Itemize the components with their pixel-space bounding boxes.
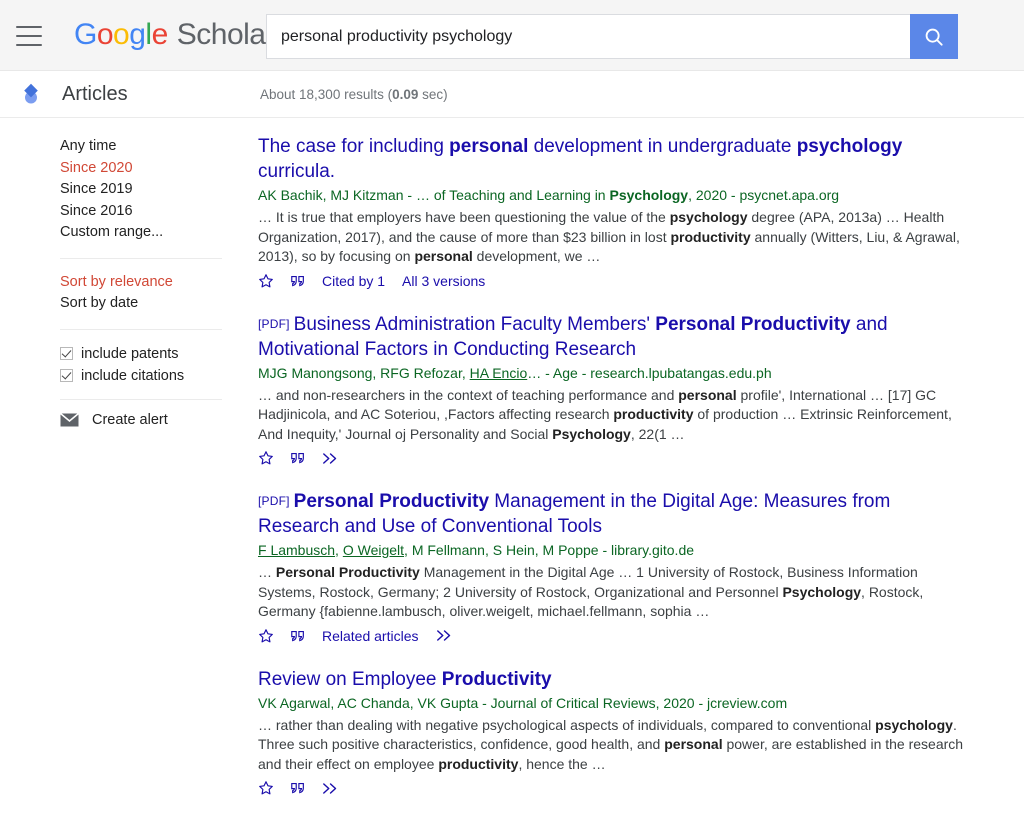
sidebar-divider [60,398,222,400]
result-authors-line: VK Agarwal, AC Chanda, VK Gupta - Journa… [258,694,788,711]
result-actions: Related articles [258,628,970,644]
logo-letter-o2: o [113,18,130,51]
hamburger-line [16,44,42,46]
logo-letter-e: e [151,18,169,51]
author-link[interactable]: O Weigelt [343,542,404,558]
result-snippet: … and non-researchers in the context of … [258,386,952,442]
page-title: Articles [62,82,128,105]
filters-sidebar: Any time Since 2020 Since 2019 Since 2016 Cu… [0,118,258,428]
time-filter-group: Any time Since 2020 Since 2019 Since 2016 Cu… [60,136,258,244]
scholar-diamond-icon [16,81,46,107]
hamburger-menu-icon[interactable] [16,26,42,46]
star-outline-icon[interactable] [258,450,274,466]
result-title-link[interactable]: The case for including personal developm… [258,134,970,184]
checkbox-include-patents[interactable]: include patents [60,343,258,365]
hamburger-line [16,26,42,28]
result-authors-line: F Lambusch, O Weigelt, M Fellmann, S Hei… [258,542,695,558]
checkmark-icon[interactable] [60,347,73,360]
quote-icon[interactable] [290,781,306,795]
sidebar-divider [60,328,222,330]
filter-sort-by-date[interactable]: Sort by date [60,293,258,315]
create-alert-label: Create alert [92,411,168,428]
result-snippet: … It is true that employers have been qu… [258,209,960,264]
double-chevron-icon[interactable] [322,452,340,465]
result-authors-line: MJG Manongsong, RFG Refozar, HA Encio… -… [258,364,772,381]
quote-icon[interactable] [290,451,306,465]
sort-filter-group: Sort by relevance Sort by date [60,272,258,315]
filter-since-2020[interactable]: Since 2020 [60,158,258,180]
result-title-link[interactable]: [PDF] Personal Productivity Management in… [258,489,970,539]
create-alert-button[interactable]: Create alert [60,412,258,428]
checkbox-group: include patents include citations [60,343,258,387]
result-actions [258,780,970,796]
star-outline-icon[interactable] [258,273,274,289]
checkmark-icon[interactable] [60,369,73,382]
search-result-item: [PDF] Personal Productivity Management in… [258,489,970,644]
search-result-item: The case for including personal developm… [258,134,970,289]
author-link[interactable]: HA Encio [470,365,528,381]
checkbox-label: include patents [81,345,179,362]
quote-icon[interactable] [290,274,306,288]
top-header-bar: Google Scholar [0,0,1024,71]
filter-custom-range[interactable]: Custom range... [60,222,258,244]
result-authors-line: AK Bachik, MJ Kitzman - … of Teaching an… [258,187,840,203]
pdf-tag: [PDF] [258,316,290,331]
result-snippet: … Personal Productivity Management in th… [258,564,924,619]
double-chevron-icon[interactable] [322,782,340,795]
result-action-all-3-versions[interactable]: All 3 versions [402,273,485,289]
search-button[interactable] [910,14,958,59]
search-bar [266,14,958,59]
result-action-cited-by-1[interactable]: Cited by 1 [322,273,385,289]
pdf-tag: [PDF] [258,494,290,508]
checkbox-include-citations[interactable]: include citations [60,365,258,387]
sidebar-divider [60,257,222,259]
google-scholar-logo[interactable]: Google Scholar [74,20,275,50]
search-results-list: The case for including personal developm… [258,118,970,819]
result-title-link[interactable]: Review on Employee Productivity [258,667,970,692]
envelope-icon [60,412,79,426]
search-result-item: [PDF] Business Administration Faculty Mem… [258,312,970,467]
quote-icon[interactable] [290,629,306,643]
star-outline-icon[interactable] [258,628,274,644]
author-link[interactable]: F Lambusch [258,542,335,558]
results-count-prefix: About 18,300 results ( [260,86,393,102]
double-chevron-icon[interactable] [436,629,454,642]
result-snippet: … rather than dealing with negative psyc… [258,716,964,772]
search-icon [925,28,943,46]
star-outline-icon[interactable] [258,780,274,796]
logo-word-scholar: Scholar [176,18,276,51]
filter-any-time[interactable]: Any time [60,136,258,158]
filter-since-2016[interactable]: Since 2016 [60,201,258,223]
filter-since-2019[interactable]: Since 2019 [60,179,258,201]
logo-letter-o1: o [96,18,114,51]
logo-letter-g: G [74,18,97,51]
results-count: About 18,300 results (0.09 sec) [260,87,448,102]
filter-sort-by-relevance[interactable]: Sort by relevance [60,272,258,294]
results-count-suffix: sec) [418,86,448,102]
articles-results-bar: Articles About 18,300 results (0.09 sec) [0,71,1024,118]
search-input[interactable] [266,14,910,59]
logo-letter-g2: g [129,18,146,51]
checkbox-label: include citations [81,367,185,384]
hamburger-line [16,35,42,37]
result-actions: Cited by 1 All 3 versions [258,273,970,289]
result-actions [258,450,970,466]
results-count-time: 0.09 [392,86,419,102]
result-action-related-articles[interactable]: Related articles [322,628,419,644]
content-columns: Any time Since 2020 Since 2019 Since 2016 Cu… [0,118,1024,819]
result-title-link[interactable]: [PDF] Business Administration Faculty Mem… [258,312,970,362]
